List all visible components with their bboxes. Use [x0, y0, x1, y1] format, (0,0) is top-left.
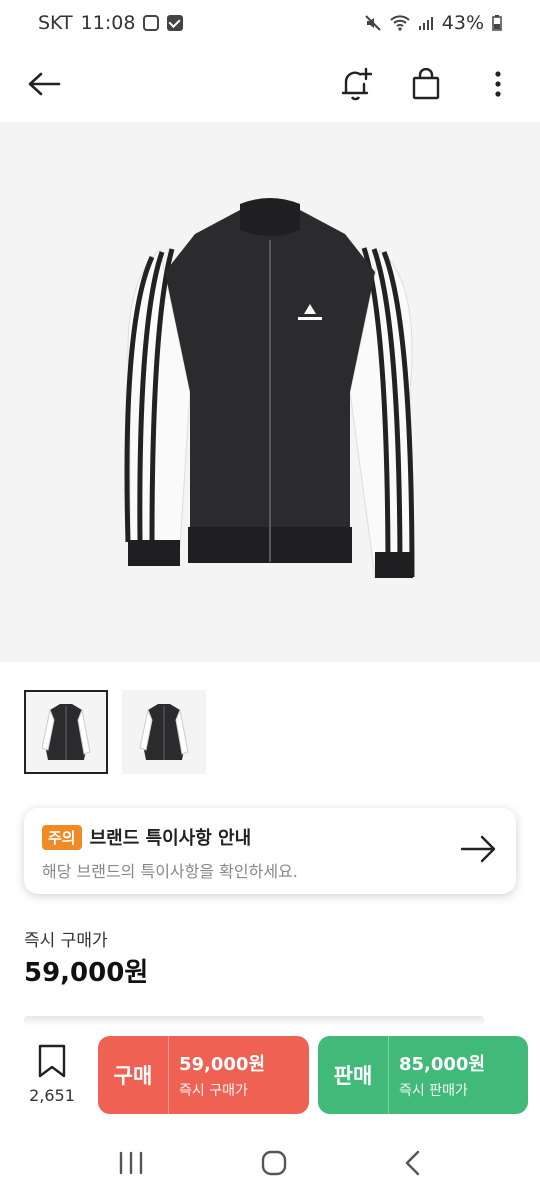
status-bar: SKT 11:08 43% — [0, 0, 540, 46]
battery-level: 43% — [441, 12, 484, 34]
track-jacket-image — [124, 198, 415, 578]
notice-badge: 주의 — [42, 824, 82, 850]
battery-icon — [492, 15, 502, 31]
check-box-icon — [167, 15, 184, 31]
top-app-bar — [0, 46, 540, 122]
instagram-icon — [143, 15, 160, 31]
restock-alert-button[interactable] — [334, 62, 378, 106]
sell-button[interactable]: 판매 85,000원 즉시 판매가 — [318, 1036, 528, 1114]
buy-sub-label: 즉시 구매가 — [179, 1083, 248, 1099]
bell-plus-icon — [341, 67, 372, 101]
carrier: SKT — [38, 12, 73, 34]
more-options-button[interactable] — [478, 62, 518, 106]
thumbnail-jacket-image — [139, 704, 189, 760]
wifi-icon — [390, 15, 410, 31]
more-vert-icon — [495, 71, 501, 97]
back-icon[interactable] — [403, 1149, 423, 1177]
bookmark-count: 2,651 — [29, 1086, 75, 1105]
bookmark-icon — [38, 1044, 66, 1078]
clock: 11:08 — [80, 12, 136, 34]
sell-sub-label: 즉시 판매가 — [399, 1083, 468, 1099]
home-icon[interactable] — [260, 1149, 288, 1177]
scrolled-content-edge — [24, 1016, 484, 1026]
back-arrow-icon — [28, 72, 61, 96]
instant-buy-price-value: 59,000원 — [24, 958, 149, 988]
recent-apps-icon[interactable] — [117, 1150, 145, 1176]
system-nav-bar — [0, 1126, 540, 1200]
buy-label: 구매 — [98, 1036, 169, 1114]
bottom-action-bar: 2,651 구매 59,000원 즉시 구매가 판매 85,000원 즉시 판매… — [0, 1030, 540, 1126]
thumbnail-jacket-image — [41, 704, 91, 760]
mute-icon — [365, 15, 381, 31]
thumbnail-strip — [24, 690, 206, 774]
signal-icon — [418, 17, 433, 30]
sell-label: 판매 — [318, 1036, 389, 1114]
sell-price: 85,000원 — [399, 1054, 486, 1075]
buy-price: 59,000원 — [179, 1054, 266, 1075]
product-image[interactable] — [0, 122, 540, 662]
buy-button[interactable]: 구매 59,000원 즉시 구매가 — [98, 1036, 309, 1114]
bookmark-button[interactable]: 2,651 — [24, 1044, 80, 1105]
brand-notice-card[interactable]: 주의 브랜드 특이사항 안내 해당 브랜드의 특이사항을 확인하세요. — [24, 808, 516, 894]
notice-title: 브랜드 특이사항 안내 — [89, 828, 252, 849]
instant-buy-price-label: 즉시 구매가 — [24, 931, 108, 951]
thumbnail-1[interactable] — [24, 690, 108, 774]
notice-subtitle: 해당 브랜드의 특이사항을 확인하세요. — [42, 862, 298, 881]
shopping-bag-icon — [412, 68, 440, 100]
cart-button[interactable] — [404, 62, 448, 106]
arrow-right-icon — [460, 835, 496, 863]
thumbnail-2[interactable] — [122, 690, 206, 774]
back-button[interactable] — [22, 62, 66, 106]
